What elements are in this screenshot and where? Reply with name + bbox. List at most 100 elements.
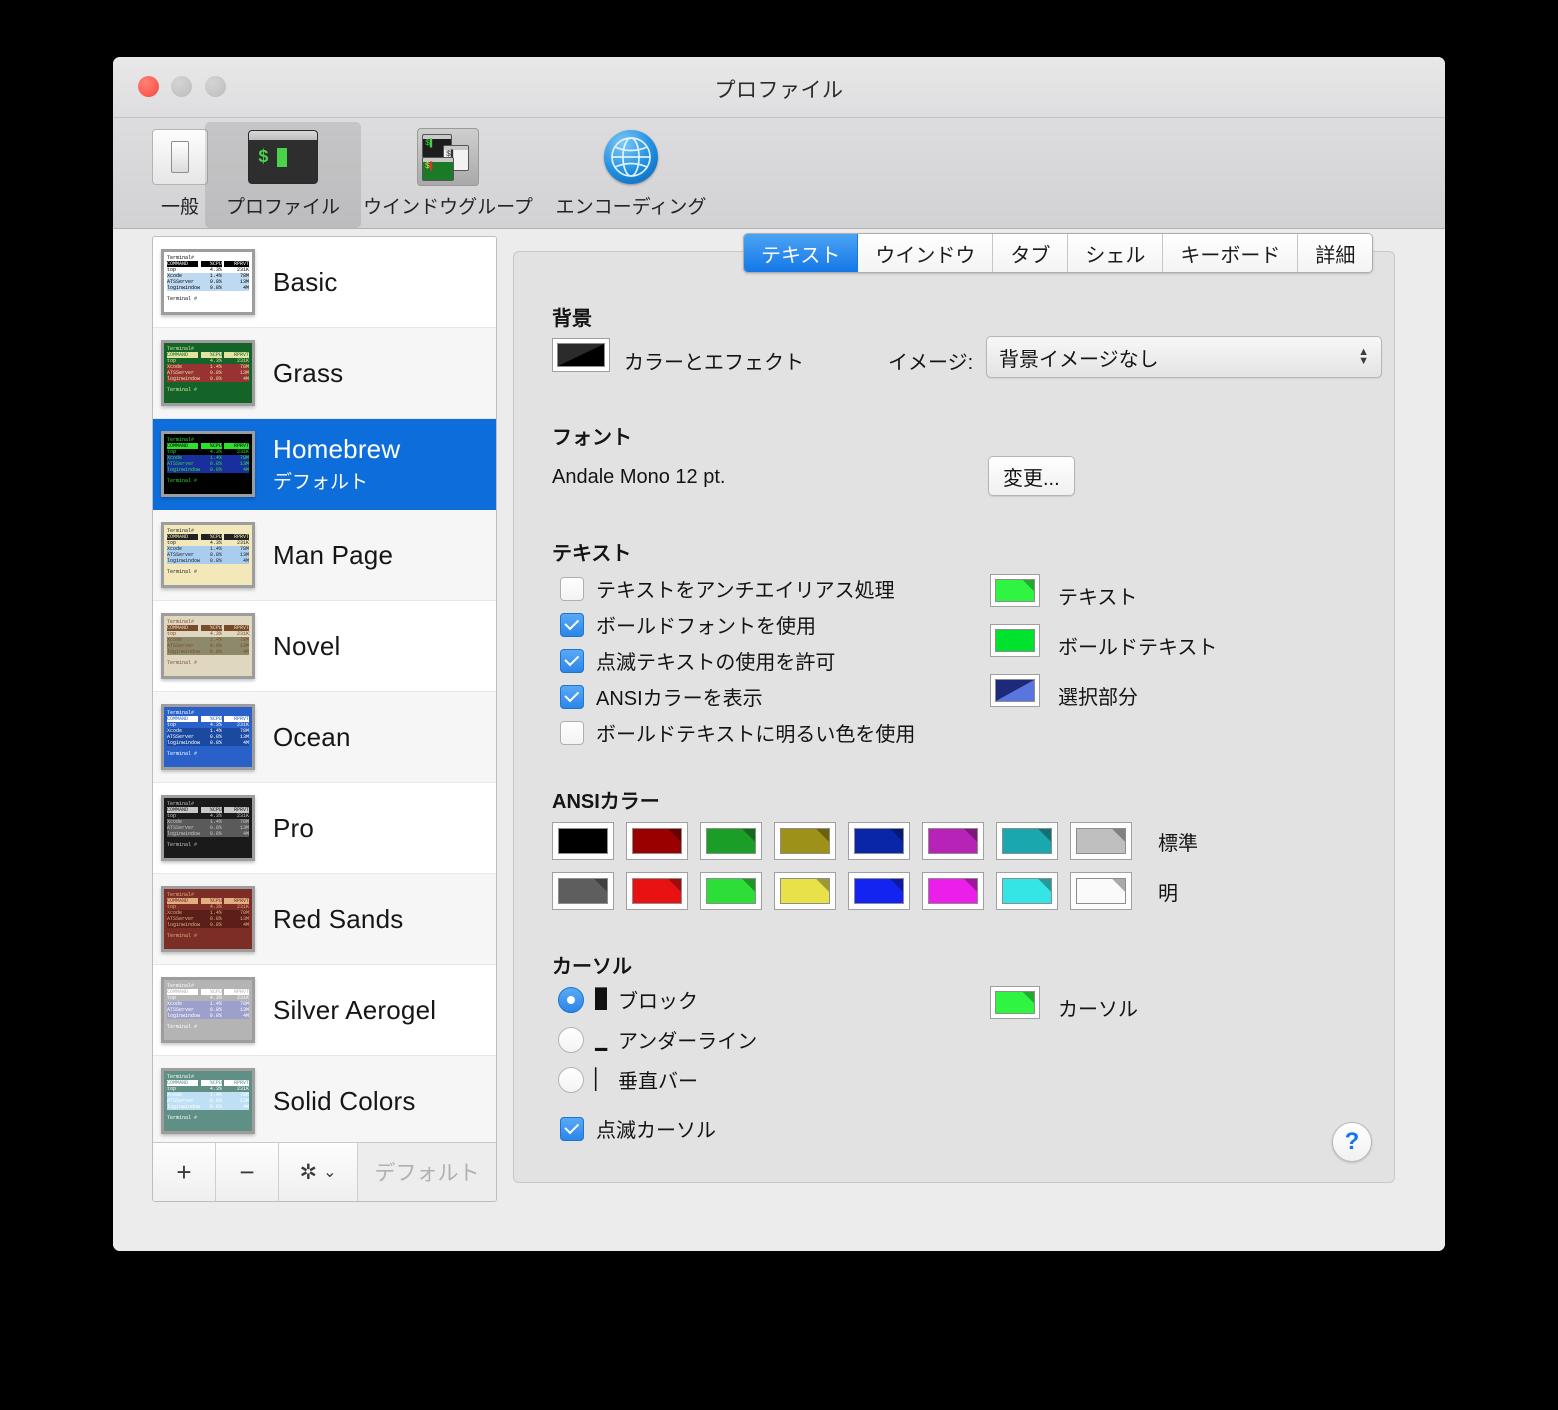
tab-5[interactable]: 詳細 (1298, 234, 1373, 272)
ansi-swatch-bright-4[interactable] (848, 872, 910, 910)
ansi-swatch-bright-3[interactable] (774, 872, 836, 910)
background-image-value: 背景イメージなし (999, 348, 1159, 371)
tab-0[interactable]: テキスト (744, 234, 859, 272)
ansi-swatch-normal-5[interactable] (922, 822, 984, 860)
checkbox-box (560, 684, 584, 709)
cursor-glyph: █ (594, 988, 607, 1011)
set-default-button[interactable]: デフォルト (358, 1143, 496, 1201)
profile-list-item[interactable]: Terminal# COMMAND %CPU RPRVT top 4.3% 231K Xcod… (153, 692, 496, 783)
cursor-style-label: アンダーライン (618, 1031, 758, 1053)
cursor-style-label: ブロック (618, 991, 698, 1013)
ansi-swatch-normal-3[interactable] (774, 822, 836, 860)
tab-1[interactable]: ウインドウ (858, 234, 994, 272)
ansi-swatch-normal-1[interactable] (626, 822, 688, 860)
cursor-style-option-1[interactable]: ▁ アンダーライン (558, 1025, 757, 1054)
background-color-effects-label: カラーとエフェクト (624, 352, 804, 374)
profile-list-item[interactable]: Terminal# COMMAND %CPU RPRVT top 4.3% 231K Xcod… (153, 419, 496, 510)
ansi-swatch-normal-7[interactable] (1070, 822, 1132, 860)
add-profile-button[interactable]: + (153, 1143, 216, 1201)
toolbar-item-encodings[interactable]: エンコーディング (537, 122, 725, 228)
ansi-heading: ANSIカラー (552, 791, 660, 813)
profile-name: Basic (273, 266, 338, 297)
ansi-row-label-normal: 標準 (1158, 832, 1198, 855)
toolbar-item-profiles[interactable]: $ プロファイル (205, 122, 361, 228)
ansi-swatch-normal-0[interactable] (552, 822, 614, 860)
radio-button (558, 1026, 584, 1053)
ansi-swatch-normal-2[interactable] (700, 822, 762, 860)
profile-thumbnail: Terminal# COMMAND %CPU RPRVT top 4.3% 231K Xcod… (161, 249, 255, 315)
preferences-toolbar: 一般 $ プロファイル $▌ $▌ $▌ ウインドウグループ エンコーディング (113, 118, 1445, 229)
chevron-updown-icon: ▲ ▼ (1358, 346, 1369, 367)
profile-list-item[interactable]: Terminal# COMMAND %CPU RPRVT top 4.3% 231K Xcod… (153, 783, 496, 874)
text-checkbox-1[interactable]: ボールドフォントを使用 (560, 610, 816, 639)
profile-name: Red Sands (273, 903, 404, 934)
tab-3[interactable]: シェル (1068, 234, 1164, 272)
ansi-swatch-normal-4[interactable] (848, 822, 910, 860)
ansi-swatch-bright-6[interactable] (996, 872, 1058, 910)
background-image-select[interactable]: 背景イメージなし ▲ ▼ (986, 336, 1382, 378)
toolbar-item-window-groups[interactable]: $▌ $▌ $▌ ウインドウグループ (349, 122, 547, 228)
cursor-style-option-0[interactable]: █ ブロック (558, 985, 698, 1014)
profile-name: Man Page (273, 539, 394, 570)
ansi-swatch-bright-7[interactable] (1070, 872, 1132, 910)
window-title: プロファイル (714, 79, 844, 102)
cursor-color-label: カーソル (1058, 999, 1138, 1021)
help-button[interactable]: ? (1332, 1122, 1372, 1162)
settings-tabbar[interactable]: テキスト ウインドウ タブ シェル キーボード 詳細 (743, 233, 1374, 273)
change-font-button[interactable]: 変更... (988, 456, 1075, 496)
background-color-swatch[interactable] (552, 338, 610, 372)
radio-button (558, 986, 584, 1013)
radio-button (558, 1066, 584, 1093)
profile-list-item[interactable]: Terminal# COMMAND %CPU RPRVT top 4.3% 231K Xcod… (153, 328, 496, 419)
background-heading: 背景 (552, 308, 592, 330)
toolbar-item-encodings-label: エンコーディング (555, 197, 707, 218)
tab-label: タブ (1010, 244, 1051, 267)
text-checkbox-4[interactable]: ボールドテキストに明るい色を使用 (560, 718, 915, 747)
tab-2[interactable]: タブ (993, 234, 1069, 272)
checkbox-label: ボールドフォントを使用 (596, 616, 816, 638)
background-image-label: イメージ: (888, 352, 974, 374)
tab-label: ウインドウ (875, 244, 976, 267)
profile-list-item[interactable]: Terminal# COMMAND %CPU RPRVT top 4.3% 231K Xcod… (153, 601, 496, 692)
profile-thumbnail: Terminal# COMMAND %CPU RPRVT top 4.3% 231K Xcod… (161, 522, 255, 588)
profile-name: Pro (273, 812, 315, 843)
profile-list-item[interactable]: Terminal# COMMAND %CPU RPRVT top 4.3% 231K Xcod… (153, 1056, 496, 1142)
tab-label: シェル (1085, 244, 1146, 267)
text-checkbox-2[interactable]: 点滅テキストの使用を許可 (560, 646, 835, 675)
cursor-color-swatch[interactable] (990, 986, 1040, 1019)
ansi-swatch-bright-1[interactable] (626, 872, 688, 910)
ansi-swatch-bright-2[interactable] (700, 872, 762, 910)
profile-list-item[interactable]: Terminal# COMMAND %CPU RPRVT top 4.3% 231K Xcod… (153, 510, 496, 601)
gear-icon: ✲ (299, 1160, 318, 1184)
cursor-style-option-2[interactable]: ▏ 垂直バー (558, 1065, 698, 1094)
preferences-window: プロファイル 一般 $ プロファイル $▌ $▌ $▌ ウインドウグループ エン… (113, 57, 1445, 1251)
profile-list[interactable]: Terminal# COMMAND %CPU RPRVT top 4.3% 231K Xcod… (153, 237, 496, 1142)
profile-list-item[interactable]: Terminal# COMMAND %CPU RPRVT top 4.3% 231K Xcod… (153, 237, 496, 328)
profile-thumbnail: Terminal# COMMAND %CPU RPRVT top 4.3% 231K Xcod… (161, 704, 255, 770)
ansi-row-normal: 標準 (552, 822, 1198, 860)
window-titlebar: プロファイル (113, 57, 1445, 118)
profile-name: Homebrew (273, 434, 401, 464)
profile-list-item[interactable]: Terminal# COMMAND %CPU RPRVT top 4.3% 231K Xcod… (153, 965, 496, 1056)
remove-profile-button[interactable]: − (216, 1143, 279, 1201)
blink-cursor-checkbox[interactable]: 点滅カーソル (560, 1114, 716, 1143)
profile-actions-button[interactable]: ✲ ⌄ (279, 1143, 358, 1201)
text-color-swatch-2[interactable] (990, 674, 1040, 707)
profiles-sidebar: Terminal# COMMAND %CPU RPRVT top 4.3% 231K Xcod… (152, 236, 497, 1202)
text-checkbox-3[interactable]: ANSIカラーを表示 (560, 682, 763, 711)
checkbox-label: 点滅テキストの使用を許可 (596, 652, 836, 674)
checkbox-box (560, 648, 584, 673)
ansi-swatch-bright-0[interactable] (552, 872, 614, 910)
text-color-swatch-0[interactable] (990, 574, 1040, 607)
cursor-glyph: ▁ (594, 1029, 608, 1053)
font-value: Andale Mono 12 pt. (552, 466, 726, 488)
text-color-swatch-1[interactable] (990, 624, 1040, 657)
profile-thumbnail: Terminal# COMMAND %CPU RPRVT top 4.3% 231K Xcod… (161, 431, 255, 497)
checkbox-box (560, 720, 584, 745)
profile-thumbnail: Terminal# COMMAND %CPU RPRVT top 4.3% 231K Xcod… (161, 340, 255, 406)
ansi-swatch-normal-6[interactable] (996, 822, 1058, 860)
tab-4[interactable]: キーボード (1163, 234, 1299, 272)
ansi-swatch-bright-5[interactable] (922, 872, 984, 910)
profile-list-item[interactable]: Terminal# COMMAND %CPU RPRVT top 4.3% 231K Xcod… (153, 874, 496, 965)
text-checkbox-0[interactable]: テキストをアンチエイリアス処理 (560, 574, 895, 603)
